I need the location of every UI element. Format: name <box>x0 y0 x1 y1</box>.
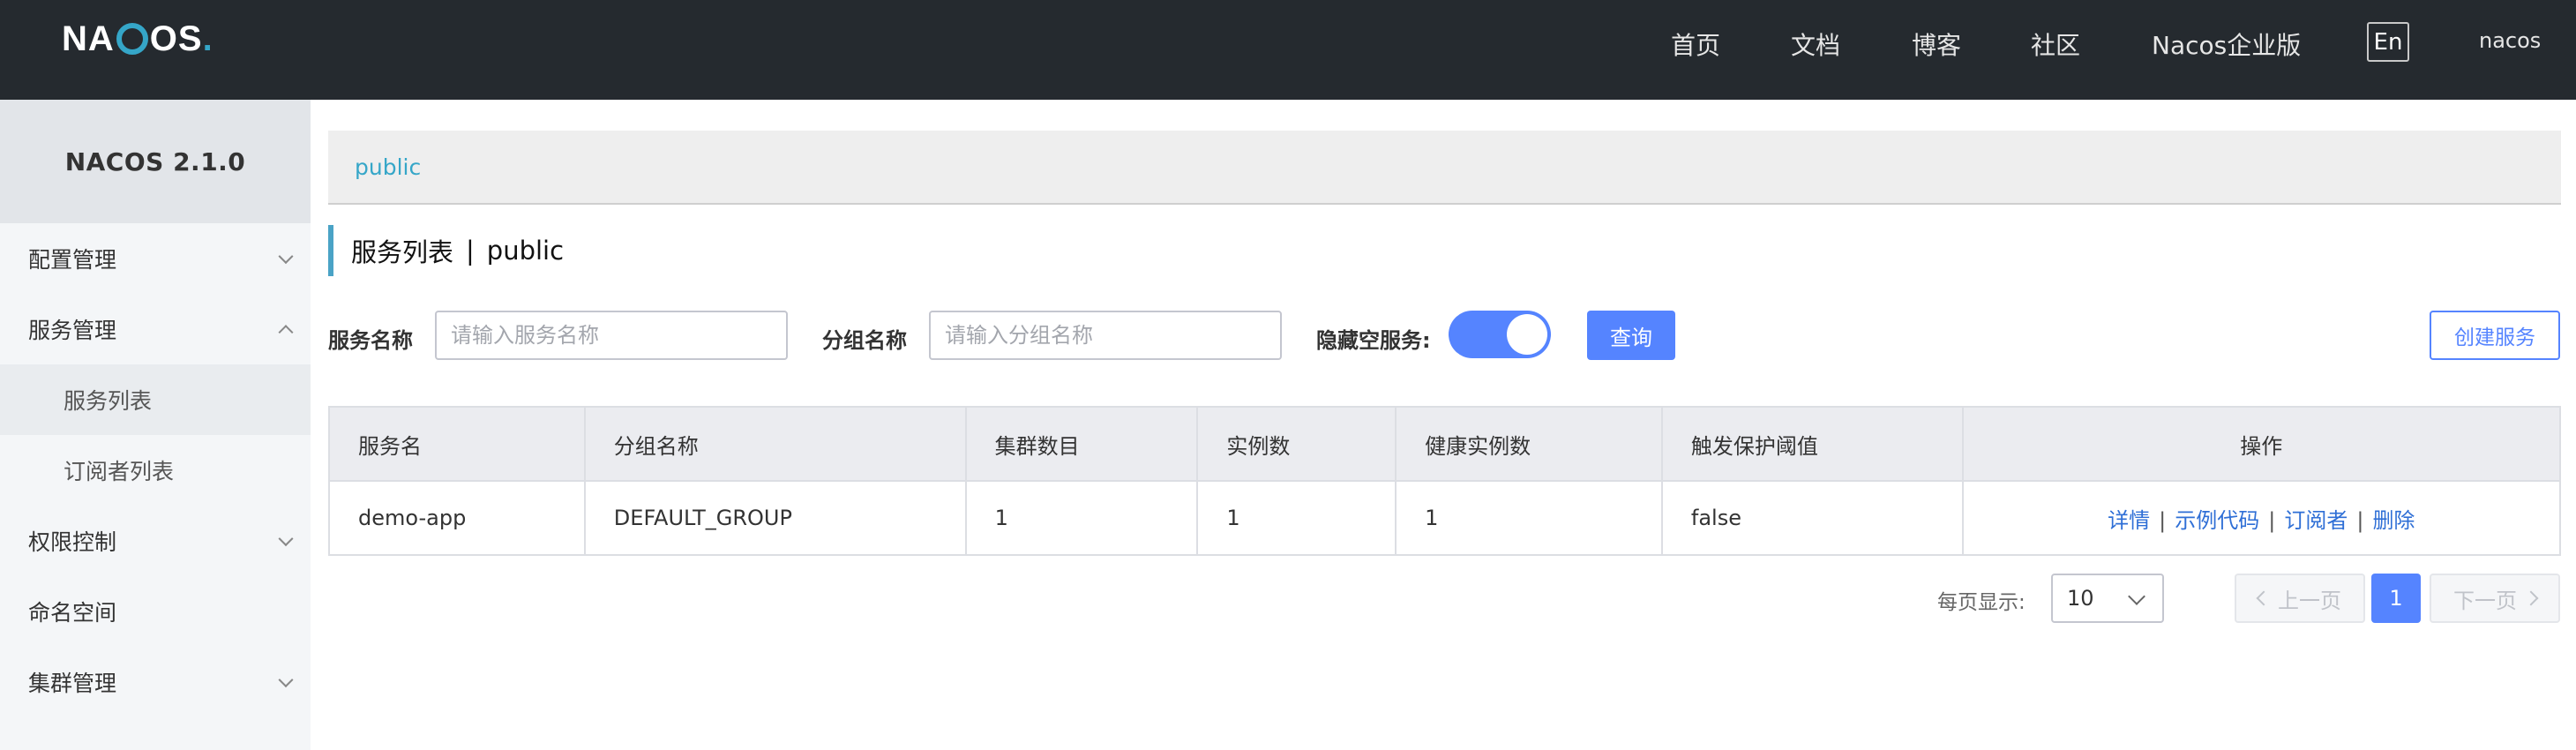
sidebar-item-cluster-management[interactable]: 集群管理 <box>0 647 311 717</box>
table-cell: 1 <box>1395 480 1663 556</box>
chevron-down-icon <box>278 672 294 688</box>
action-separator: | <box>2356 507 2364 533</box>
service-name-input[interactable] <box>435 311 788 360</box>
page-size-value: 10 <box>2067 586 2094 611</box>
sidebar-title: NACOS 2.1.0 <box>0 100 311 223</box>
create-service-button[interactable]: 创建服务 <box>2430 311 2560 360</box>
sidebar-item-label: 命名空间 <box>28 600 117 626</box>
nav-community[interactable]: 社区 <box>2031 26 2080 62</box>
subscribers-link[interactable]: 订阅者 <box>2284 508 2348 533</box>
language-toggle-button[interactable]: En <box>2367 22 2409 62</box>
table-cell: 1 <box>964 480 1199 556</box>
hide-empty-service-label: 隐藏空服务: <box>1316 328 1431 353</box>
chevron-down-icon <box>278 249 294 265</box>
table-row: demo-app DEFAULT_GROUP 1 1 1 false 详情 | 示例… <box>328 480 2562 556</box>
group-name-label: 分组名称 <box>822 328 907 353</box>
chevron-left-icon <box>2256 590 2272 606</box>
sidebar-item-label: 集群管理 <box>28 671 117 696</box>
service-table: 服务名 分组名称 集群数目 实例数 健康实例数 触发保护阈值 操作 demo-a… <box>328 406 2562 556</box>
chevron-down-icon <box>2128 588 2145 605</box>
action-separator: | <box>2159 507 2167 533</box>
namespace-link-public[interactable]: public <box>355 154 421 180</box>
column-header: 触发保护阈值 <box>1660 406 1964 482</box>
column-header: 实例数 <box>1196 406 1397 482</box>
sidebar-item-service-management[interactable]: 服务管理 <box>0 294 311 364</box>
column-header: 操作 <box>1961 406 2562 482</box>
delete-link[interactable]: 删除 <box>2372 508 2415 533</box>
column-header: 健康实例数 <box>1395 406 1663 482</box>
table-cell: demo-app <box>328 480 586 556</box>
sidebar-item-subscriber-list[interactable]: 订阅者列表 <box>0 435 311 506</box>
detail-link[interactable]: 详情 <box>2108 508 2150 533</box>
sidebar-item-label: 权限控制 <box>28 529 117 555</box>
chevron-right-icon <box>2523 590 2539 606</box>
group-name-input[interactable] <box>929 311 1282 360</box>
toggle-knob <box>1507 314 1547 355</box>
sidebar-item-label: 订阅者列表 <box>64 459 175 484</box>
sidebar-item-label: 服务列表 <box>64 388 153 414</box>
nav-blog[interactable]: 博客 <box>1912 26 1961 62</box>
table-cell: 1 <box>1196 480 1397 556</box>
page-title-separator: | <box>466 236 475 266</box>
page-title-namespace: public <box>486 236 565 266</box>
nacos-logo[interactable]: NA OS. <box>62 19 213 58</box>
page-title: 服务列表 | public <box>328 225 564 276</box>
top-header: NA OS. 首页 文档 博客 社区 Nacos企业版 En nacos <box>0 0 2576 100</box>
sidebar-item-label: 配置管理 <box>28 247 117 273</box>
page-title-text: 服务列表 <box>351 237 454 267</box>
logo-ring-icon <box>116 23 148 55</box>
sidebar: NACOS 2.1.0 配置管理 服务管理 服务列表 订阅者列表 权限控制 命名… <box>0 100 311 750</box>
chevron-up-icon <box>278 325 294 341</box>
sidebar-item-service-list[interactable]: 服务列表 <box>0 364 311 435</box>
column-header: 服务名 <box>328 406 586 482</box>
namespace-bar: public <box>328 131 2561 205</box>
sidebar-item-namespace[interactable]: 命名空间 <box>0 576 311 647</box>
service-name-label: 服务名称 <box>328 328 413 353</box>
column-header: 集群数目 <box>964 406 1199 482</box>
nav-home[interactable]: 首页 <box>1671 26 1720 62</box>
nav-enterprise[interactable]: Nacos企业版 <box>2152 26 2301 62</box>
table-cell-actions: 详情 | 示例代码 | 订阅者 | 删除 <box>1961 480 2562 556</box>
prev-page-label: 上一页 <box>2278 588 2341 613</box>
query-button[interactable]: 查询 <box>1587 311 1675 360</box>
hide-empty-service-toggle[interactable] <box>1449 311 1551 358</box>
page-number-current[interactable]: 1 <box>2371 574 2421 623</box>
sidebar-item-access-control[interactable]: 权限控制 <box>0 506 311 576</box>
table-header-row: 服务名 分组名称 集群数目 实例数 健康实例数 触发保护阈值 操作 <box>328 406 2562 482</box>
nav-docs[interactable]: 文档 <box>1791 26 1840 62</box>
sample-code-link[interactable]: 示例代码 <box>2175 508 2259 533</box>
prev-page-button[interactable]: 上一页 <box>2235 574 2365 623</box>
user-menu[interactable]: nacos <box>2479 28 2541 53</box>
page-size-label: 每页显示: <box>1937 591 2026 614</box>
table-cell: DEFAULT_GROUP <box>583 480 967 556</box>
sidebar-item-label: 服务管理 <box>28 318 117 343</box>
page-size-select[interactable]: 10 <box>2051 574 2164 623</box>
sidebar-item-config-management[interactable]: 配置管理 <box>0 223 311 294</box>
chevron-down-icon <box>278 531 294 547</box>
next-page-button[interactable]: 下一页 <box>2430 574 2560 623</box>
next-page-label: 下一页 <box>2453 588 2517 613</box>
table-cell: false <box>1660 480 1964 556</box>
action-separator: | <box>2268 507 2276 533</box>
column-header: 分组名称 <box>583 406 967 482</box>
